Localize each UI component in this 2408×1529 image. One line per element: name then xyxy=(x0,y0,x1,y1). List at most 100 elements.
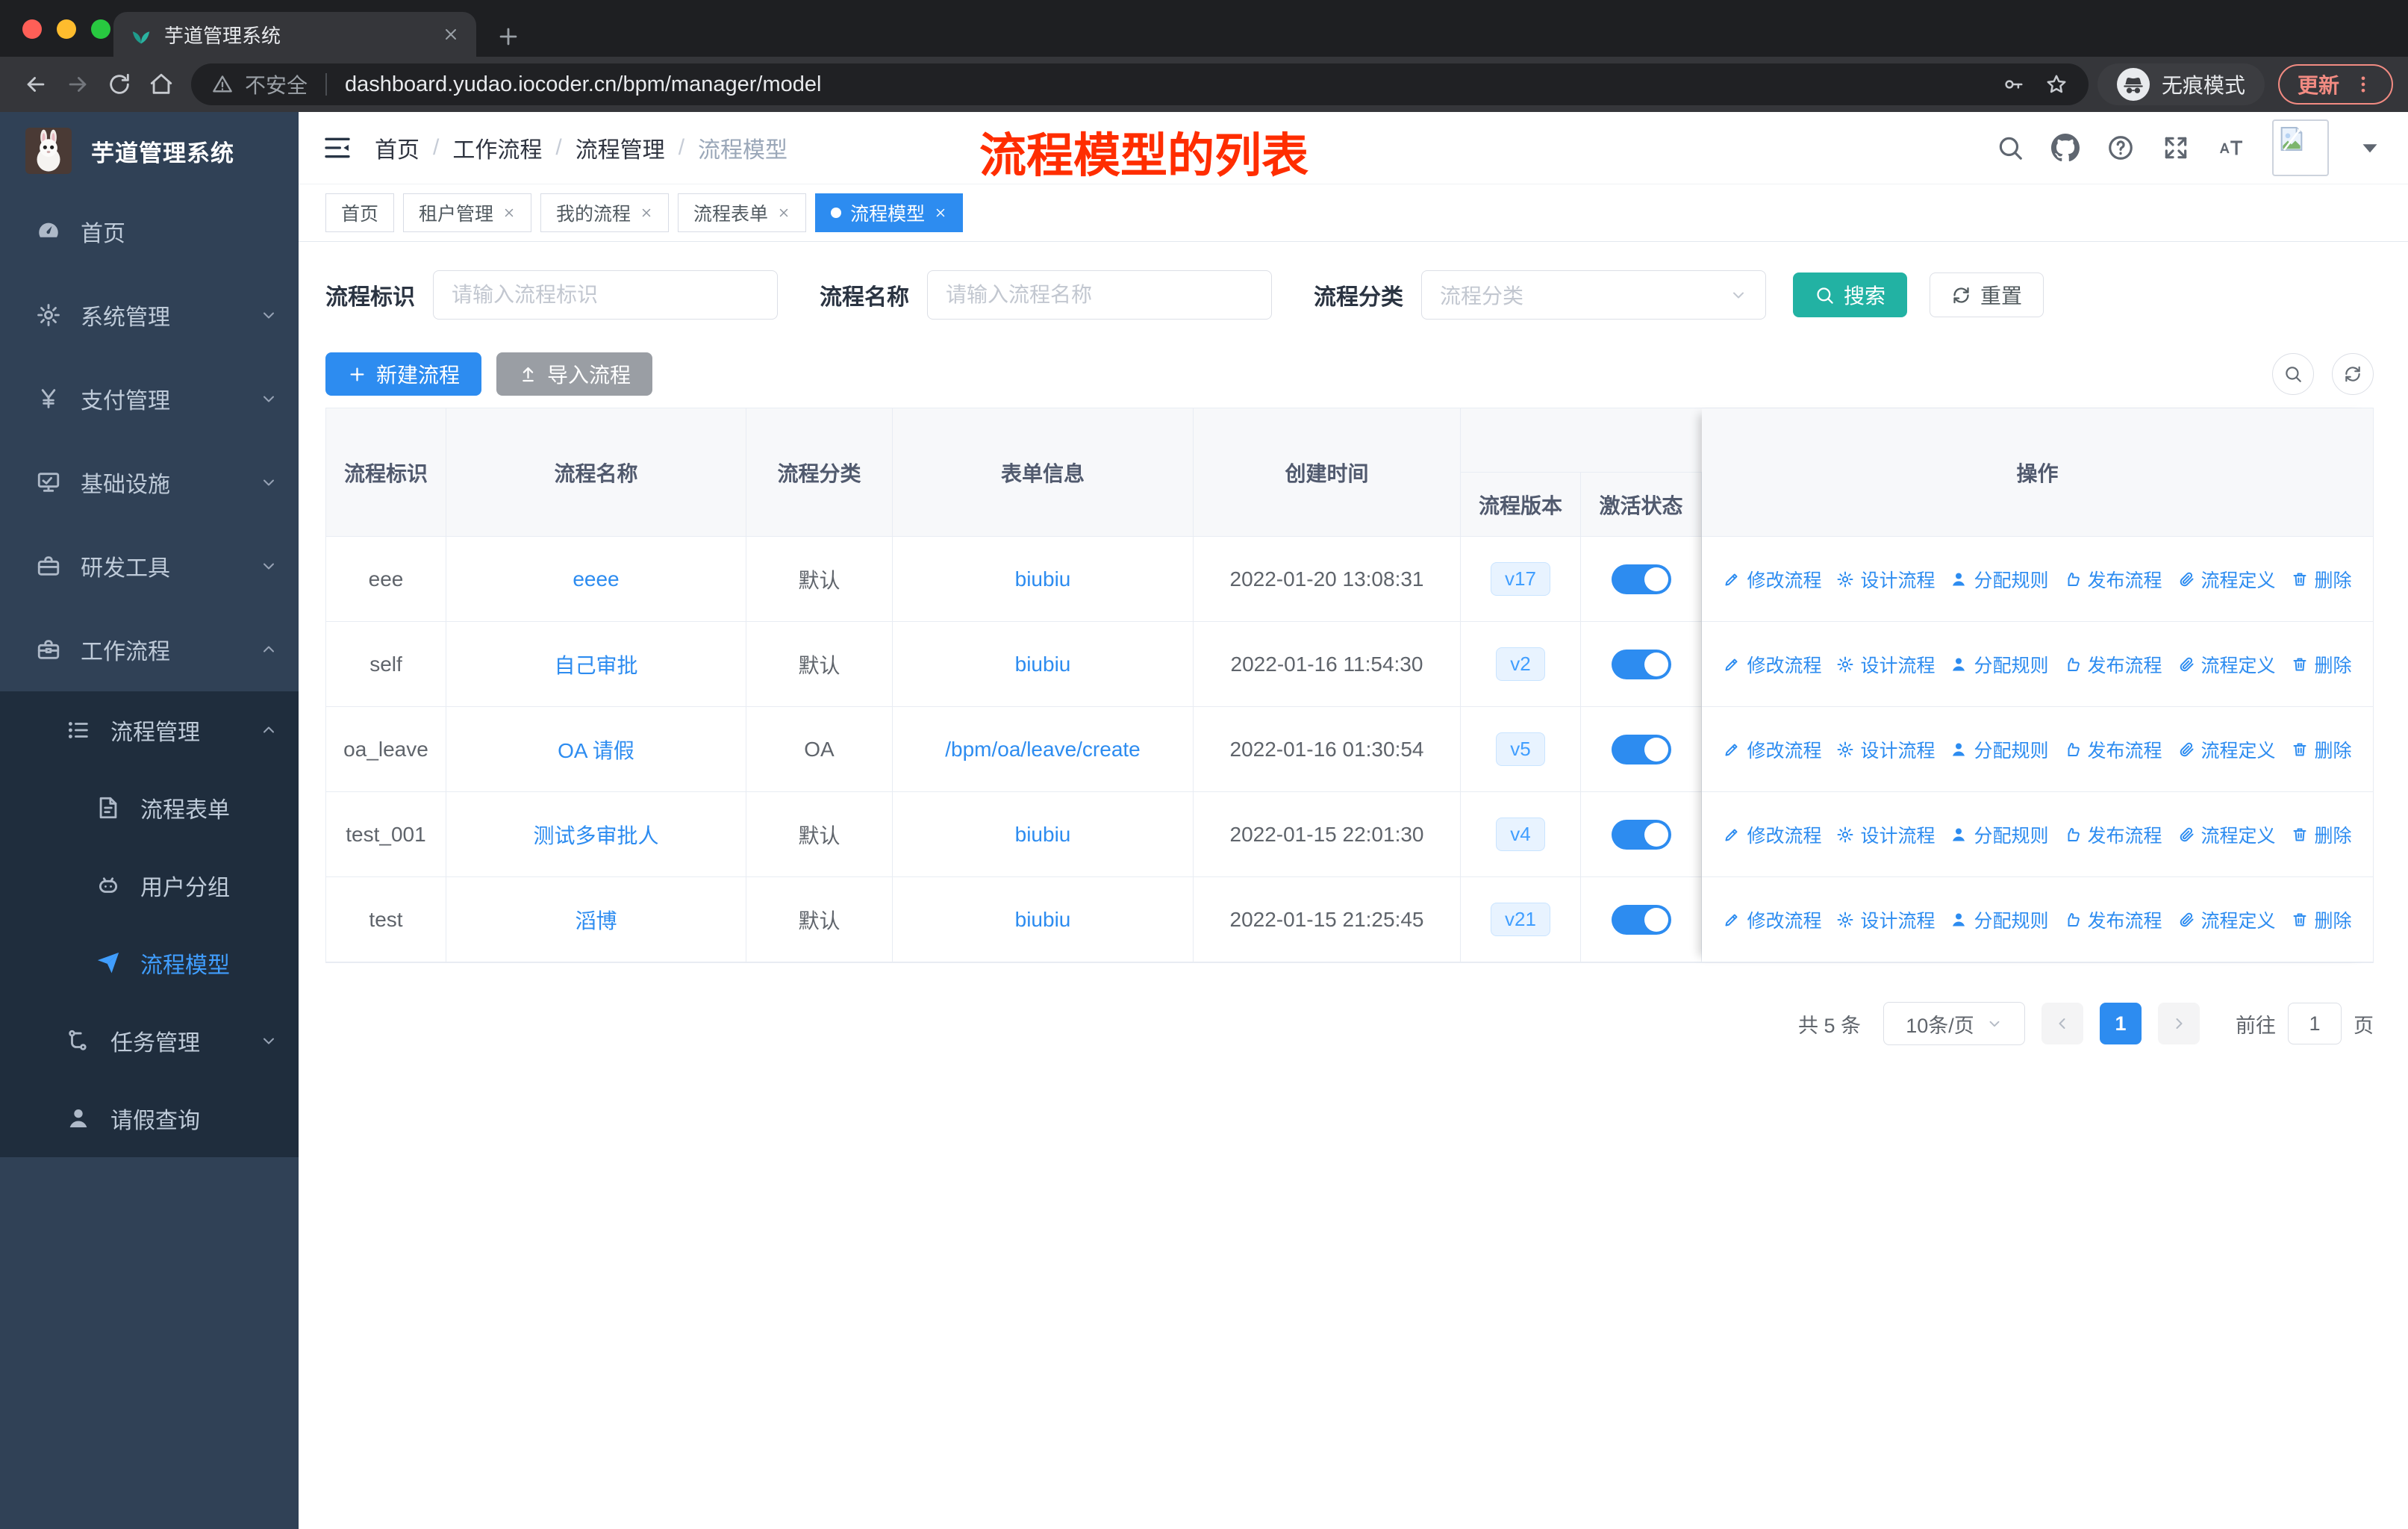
url-text[interactable]: dashboard.yudao.iocoder.cn/bpm/manager/m… xyxy=(345,72,821,97)
action-删除[interactable]: 删除 xyxy=(2291,821,2352,848)
update-menu-button[interactable]: 更新 xyxy=(2277,64,2393,105)
sidebar-item-system[interactable]: 系统管理 xyxy=(0,273,299,357)
process-name-link[interactable]: 测试多审批人 xyxy=(533,820,658,850)
fullscreen-icon[interactable] xyxy=(2162,134,2190,162)
action-分配规则[interactable]: 分配规则 xyxy=(1950,821,2049,848)
font-size-icon[interactable] xyxy=(2217,134,2245,162)
action-发布流程[interactable]: 发布流程 xyxy=(2064,906,2162,933)
reload-button[interactable] xyxy=(99,63,140,105)
page-tab-租户管理[interactable]: 租户管理 xyxy=(403,193,532,232)
import-process-button[interactable]: 导入流程 xyxy=(496,352,653,396)
form-info-link[interactable]: /bpm/oa/leave/create xyxy=(945,738,1141,762)
close-icon[interactable] xyxy=(934,206,947,219)
action-流程定义[interactable]: 流程定义 xyxy=(2177,906,2276,933)
active-toggle[interactable] xyxy=(1611,904,1671,935)
breadcrumb-item[interactable]: 首页 xyxy=(375,131,419,164)
action-设计流程[interactable]: 设计流程 xyxy=(1836,651,1935,678)
action-设计流程[interactable]: 设计流程 xyxy=(1836,566,1935,593)
close-icon[interactable] xyxy=(502,206,516,219)
action-分配规则[interactable]: 分配规则 xyxy=(1950,651,2049,678)
security-warning-icon[interactable] xyxy=(212,74,233,95)
action-流程定义[interactable]: 流程定义 xyxy=(2177,821,2276,848)
sidebar-item-devtools[interactable]: 研发工具 xyxy=(0,524,299,608)
window-minimize-button[interactable] xyxy=(57,19,76,39)
home-button[interactable] xyxy=(140,63,182,105)
page-tab-首页[interactable]: 首页 xyxy=(325,193,395,232)
active-toggle[interactable] xyxy=(1611,649,1671,679)
process-name-link[interactable]: OA 请假 xyxy=(558,735,634,764)
app-logo[interactable]: 芋道管理系统 xyxy=(0,112,299,190)
forward-button[interactable] xyxy=(57,63,99,105)
sidebar-item-process-form[interactable]: 流程表单 xyxy=(0,769,299,847)
breadcrumb-item[interactable]: 工作流程 xyxy=(452,131,542,164)
process-name-link[interactable]: eeee xyxy=(573,567,619,591)
form-info-link[interactable]: biubiu xyxy=(1015,567,1071,591)
breadcrumb-item[interactable]: 流程管理 xyxy=(576,131,665,164)
filter-name-input[interactable] xyxy=(927,270,1272,320)
current-page-button[interactable]: 1 xyxy=(2100,1003,2142,1044)
sidebar-collapse-button[interactable] xyxy=(322,133,352,163)
action-流程定义[interactable]: 流程定义 xyxy=(2177,566,2276,593)
avatar-caret-icon[interactable] xyxy=(2356,134,2384,162)
browser-menu-icon[interactable] xyxy=(2353,74,2374,95)
action-设计流程[interactable]: 设计流程 xyxy=(1836,736,1935,763)
action-修改流程[interactable]: 修改流程 xyxy=(1723,566,1821,593)
action-删除[interactable]: 删除 xyxy=(2291,651,2352,678)
browser-tab[interactable]: 芋道管理系统 xyxy=(113,12,476,57)
window-zoom-button[interactable] xyxy=(91,19,110,39)
filter-id-input[interactable] xyxy=(433,270,778,320)
security-label[interactable]: 不安全 xyxy=(245,69,308,99)
action-删除[interactable]: 删除 xyxy=(2291,566,2352,593)
form-info-link[interactable]: biubiu xyxy=(1015,823,1071,847)
page-tab-流程模型[interactable]: 流程模型 xyxy=(815,193,964,232)
action-发布流程[interactable]: 发布流程 xyxy=(2064,651,2162,678)
tab-close-icon[interactable] xyxy=(442,25,460,43)
window-controls[interactable] xyxy=(22,19,110,39)
close-icon[interactable] xyxy=(640,206,653,219)
show-search-button[interactable] xyxy=(2272,353,2314,395)
page-tab-我的流程[interactable]: 我的流程 xyxy=(540,193,670,232)
action-删除[interactable]: 删除 xyxy=(2291,736,2352,763)
action-流程定义[interactable]: 流程定义 xyxy=(2177,736,2276,763)
process-name-link[interactable]: 滔博 xyxy=(575,905,617,935)
back-button[interactable] xyxy=(15,63,57,105)
reset-button[interactable]: 重置 xyxy=(1930,273,2044,317)
search-button[interactable]: 搜索 xyxy=(1793,273,1908,317)
action-修改流程[interactable]: 修改流程 xyxy=(1723,736,1821,763)
action-分配规则[interactable]: 分配规则 xyxy=(1950,736,2049,763)
sidebar-item-user-group[interactable]: 用户分组 xyxy=(0,847,299,924)
address-bar[interactable]: 不安全 dashboard.yudao.iocoder.cn/bpm/manag… xyxy=(191,63,2089,105)
sidebar-item-payment[interactable]: 支付管理 xyxy=(0,357,299,440)
action-修改流程[interactable]: 修改流程 xyxy=(1723,651,1821,678)
action-流程定义[interactable]: 流程定义 xyxy=(2177,651,2276,678)
filter-category-select[interactable]: 流程分类 xyxy=(1421,270,1766,320)
sidebar-item-leave-query[interactable]: 请假查询 xyxy=(0,1080,299,1157)
sidebar-item-process-mgmt[interactable]: 流程管理 xyxy=(0,691,299,769)
new-tab-button[interactable] xyxy=(496,24,521,49)
sidebar-item-workflow[interactable]: 工作流程 xyxy=(0,608,299,691)
action-分配规则[interactable]: 分配规则 xyxy=(1950,906,2049,933)
password-key-icon[interactable] xyxy=(2002,73,2024,96)
close-icon[interactable] xyxy=(777,206,790,219)
sidebar-item-process-model[interactable]: 流程模型 xyxy=(0,924,299,1002)
form-info-link[interactable]: biubiu xyxy=(1015,908,1071,932)
action-发布流程[interactable]: 发布流程 xyxy=(2064,566,2162,593)
action-发布流程[interactable]: 发布流程 xyxy=(2064,821,2162,848)
sidebar-item-task-mgmt[interactable]: 任务管理 xyxy=(0,1002,299,1080)
action-设计流程[interactable]: 设计流程 xyxy=(1836,821,1935,848)
action-修改流程[interactable]: 修改流程 xyxy=(1723,821,1821,848)
action-分配规则[interactable]: 分配规则 xyxy=(1950,566,2049,593)
avatar[interactable] xyxy=(2272,119,2329,176)
next-page-button[interactable] xyxy=(2158,1003,2200,1044)
prev-page-button[interactable] xyxy=(2042,1003,2083,1044)
action-修改流程[interactable]: 修改流程 xyxy=(1723,906,1821,933)
action-发布流程[interactable]: 发布流程 xyxy=(2064,736,2162,763)
form-info-link[interactable]: biubiu xyxy=(1015,653,1071,676)
sidebar-item-infra[interactable]: 基础设施 xyxy=(0,440,299,524)
bookmark-star-icon[interactable] xyxy=(2045,73,2068,96)
process-name-link[interactable]: 自己审批 xyxy=(554,650,637,679)
page-size-select[interactable]: 10条/页 xyxy=(1883,1002,2025,1045)
window-close-button[interactable] xyxy=(22,19,42,39)
active-toggle[interactable] xyxy=(1611,564,1671,594)
page-tab-流程表单[interactable]: 流程表单 xyxy=(678,193,807,232)
